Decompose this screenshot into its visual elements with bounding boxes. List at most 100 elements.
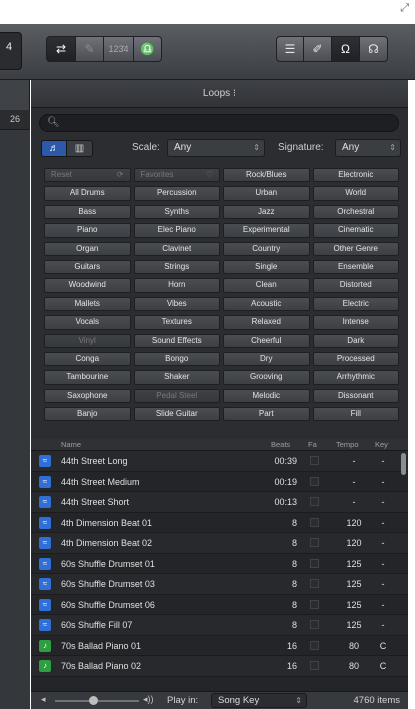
loop-browser-button[interactable]: Ω [332,36,360,62]
keyword-button[interactable]: Cheerful [223,333,310,348]
favorite-checkbox[interactable] [310,517,319,527]
keyword-button[interactable]: Percussion [133,186,220,201]
keyword-button[interactable]: Strings [133,259,220,275]
table-row[interactable]: ♪ 70s Ballad Piano 01 16 80 C [31,636,408,656]
keyword-button[interactable]: Slide Guitar [133,407,220,422]
keyword-button[interactable]: Other Genre [312,241,399,256]
keyword-button[interactable]: Orchestral [312,204,399,220]
button-view-toggle[interactable]: ♬ [41,140,67,157]
scrollbar-thumb[interactable] [401,453,406,475]
note-pad-button[interactable]: ✐ [304,36,332,62]
ruler[interactable]: 26 [0,110,30,130]
column-header-beats[interactable]: Beats [271,440,290,449]
keyword-button[interactable]: Country [223,241,310,256]
keyword-button[interactable]: Intense [312,315,399,330]
cycle-button[interactable]: ⇄ [46,36,76,62]
keyword-button[interactable]: Clavinet [133,241,220,256]
favorite-checkbox[interactable] [310,558,319,568]
metronome-button[interactable]: ♎ [134,36,162,62]
keyword-button[interactable]: Piano [44,223,131,238]
keyword-button[interactable]: Arrhythmic [312,370,399,385]
keyword-button[interactable]: Part [223,407,310,422]
table-row[interactable]: ≈60s Shuffle Drumset 03 8 125 - [31,574,408,595]
keyword-button[interactable]: World [312,186,399,201]
tracks-edge-button[interactable]: 4 [0,32,22,70]
table-row[interactable]: ≈60s Shuffle Fill 07 8 125 - [31,615,408,636]
keyword-button[interactable]: Dissonant [312,388,399,404]
loops-title[interactable]: Loops ⁝ [31,80,408,108]
media-browser-button[interactable]: ☊ [360,36,388,62]
column-header-favorite[interactable]: Fa [308,440,317,449]
column-header-key[interactable]: Key [375,440,388,449]
table-row[interactable]: ≈4th Dimension Beat 01 8 120 - [31,513,408,533]
favorite-checkbox[interactable] [310,661,319,670]
track-lane[interactable] [0,130,30,709]
keyword-button[interactable]: Woodwind [44,278,131,293]
keyword-button[interactable]: Saxophone [44,388,131,404]
table-row[interactable]: ♪ 70s Ballad Piano 02 16 80 C [31,656,408,677]
favorite-checkbox[interactable] [310,620,319,629]
replace-button[interactable]: ✎ [76,36,104,62]
keyword-button[interactable]: Conga [44,351,131,367]
keyword-button[interactable]: Urban [223,186,310,201]
keyword-button[interactable]: Sound Effects [133,333,220,348]
keyword-button[interactable]: Single [223,259,310,275]
keyword-button[interactable]: Clean [223,278,310,293]
table-row[interactable]: ≈44th Street Medium 00:19 - - [31,472,408,492]
keyword-button[interactable]: Fill [312,407,399,422]
count-in-button[interactable]: 123̄4 [104,36,134,62]
favorite-checkbox[interactable] [310,579,319,588]
keyword-button[interactable]: Relaxed [223,315,310,330]
table-row[interactable]: ≈60s Shuffle Drumset 06 8 125 - [31,595,408,615]
keyword-button[interactable]: Textures [133,315,220,330]
keyword-button[interactable]: Vibes [133,296,220,312]
keyword-button[interactable]: Bongo [133,351,220,367]
favorite-checkbox[interactable] [310,456,319,465]
keyword-button[interactable]: Shaker [133,370,220,385]
favorite-checkbox[interactable] [310,538,319,547]
favorite-checkbox[interactable] [310,476,319,486]
keyword-button[interactable]: Synths [133,204,220,220]
signature-select[interactable]: Any ⇕ [335,139,401,157]
column-header-tempo[interactable]: Tempo [336,440,359,449]
keyword-button[interactable]: Banjo [44,407,131,422]
keyword-button[interactable]: Melodic [223,388,310,404]
table-row[interactable]: ≈60s Shuffle Drumset 01 8 125 - [31,554,408,574]
scale-select[interactable]: Any ⇕ [167,139,265,157]
keyword-button[interactable]: Dark [312,333,399,348]
keyword-button[interactable]: Rock/Blues [223,168,310,183]
keyword-button[interactable]: Distorted [312,278,399,293]
table-row[interactable]: ≈4th Dimension Beat 02 8 120 - [31,533,408,554]
favorite-checkbox[interactable] [310,640,319,650]
search-field[interactable]: 🔍︎ [39,114,399,132]
keyword-button[interactable]: Bass [44,204,131,220]
table-row[interactable]: ≈44th Street Short 00:13 - - [31,492,408,513]
keyword-button[interactable]: Jazz [223,204,310,220]
keyword-button[interactable]: Acoustic [223,296,310,312]
keyword-button[interactable]: All Drums [44,186,131,201]
keyword-button[interactable]: Guitars [44,259,131,275]
keyword-button[interactable]: Electronic [312,168,399,183]
keyword-button[interactable]: Cinematic [312,223,399,238]
keyword-button[interactable]: Dry [223,351,310,367]
keyword-button[interactable]: Experimental [223,223,310,238]
keyword-button[interactable]: Horn [133,278,220,293]
keyword-button[interactable]: Ensemble [312,259,399,275]
column-header-name[interactable]: Name [61,440,81,449]
list-editors-button[interactable]: ☰ [276,36,304,62]
play-in-select[interactable]: Song Key ⇕ [211,693,307,708]
keyword-button[interactable]: Tambourine [44,370,131,385]
fullscreen-resize-icon[interactable]: ⤢ [400,2,409,15]
favorite-checkbox[interactable] [310,599,319,609]
keyword-button[interactable]: Mallets [44,296,131,312]
volume-slider-knob[interactable] [89,696,98,705]
column-view-toggle[interactable]: ▥ [67,140,93,157]
keyword-button[interactable]: Vocals [44,315,131,330]
favorite-checkbox[interactable] [310,497,319,506]
keyword-button[interactable]: Grooving [223,370,310,385]
keyword-button[interactable]: Processed [312,351,399,367]
table-row[interactable]: ≈44th Street Long 00:39 - - [31,451,408,472]
keyword-button[interactable]: Elec Piano [133,223,220,238]
keyword-button[interactable]: Electric [312,296,399,312]
keyword-button[interactable]: Organ [44,241,131,256]
